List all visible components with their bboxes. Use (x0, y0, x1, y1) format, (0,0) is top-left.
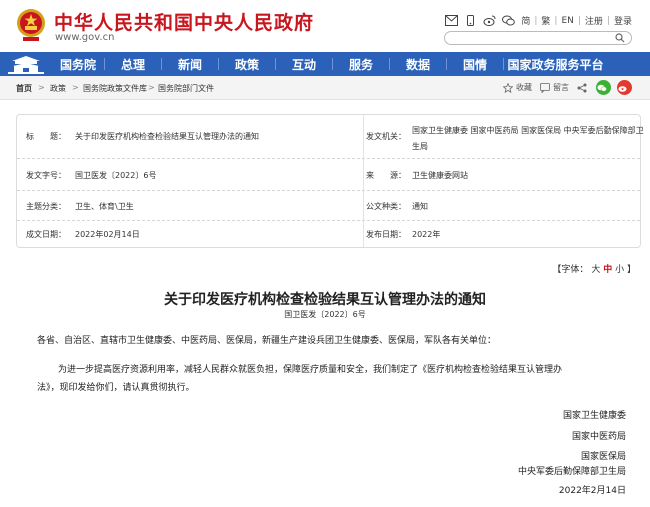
lang-english[interactable]: EN (561, 16, 573, 26)
wechat-share-icon[interactable] (596, 80, 611, 95)
nav-item-interaction[interactable]: 互动 (276, 56, 332, 73)
nav-item-policy[interactable]: 政策 (219, 56, 275, 73)
search-icon[interactable] (615, 33, 625, 43)
meta-published-label: 发布日期： (366, 230, 406, 239)
lang-traditional[interactable]: 繁 (541, 14, 550, 27)
signature-line: 国家中医药局 (571, 432, 626, 442)
meta-written-label: 成文日期： (26, 230, 66, 239)
font-size-open: 【字体： (552, 265, 589, 275)
signature-line: 国家卫生健康委 (562, 411, 626, 421)
search-input[interactable] (444, 31, 632, 45)
meta-published-value: 2022年 (412, 230, 441, 239)
weibo-share-icon[interactable] (617, 80, 632, 95)
signature-line: 国家医保局 (580, 452, 626, 462)
comment-label: 留言 (553, 83, 569, 92)
meta-written-value: 2022年02月14日 (75, 230, 140, 239)
nav-item-service-platform[interactable]: 国家政务服务平台 (504, 56, 607, 73)
share-button[interactable] (577, 83, 590, 93)
meta-row-topic: 主题分类： 卫生、体育\卫生 公文种类： 通知 (17, 191, 640, 221)
breadcrumb: 首页 > 政策 > 国务院政策文件库 > 国务院部门文件 收藏 留言 (0, 76, 650, 100)
meta-docno-value: 国卫医发〔2022〕6号 (75, 171, 157, 180)
breadcrumb-policy-library[interactable]: 国务院政策文件库 (83, 83, 147, 94)
lang-simplified[interactable]: 简 (521, 14, 530, 27)
meta-source-label: 来 源： (366, 171, 406, 180)
article-doc-number: 国卫医发〔2022〕6号 (284, 310, 366, 319)
register-link[interactable]: 注册 (585, 14, 603, 27)
meta-topic-label: 主题分类： (26, 202, 66, 211)
main-nav: 国务院 总理 新闻 政策 互动 服务 数据 国情 国家政务服务平台 (0, 52, 650, 76)
tiananmen-icon[interactable] (0, 52, 52, 76)
meta-issuer-label: 发文机关： (366, 132, 406, 141)
signature-date: 2022年2月14日 (558, 486, 626, 496)
breadcrumb-arrow-icon: > (72, 83, 79, 92)
signature-line: 中央军委后勤保障部卫生局 (517, 467, 626, 477)
meta-row-dates: 成文日期： 2022年02月14日 发布日期： 2022年 (17, 221, 640, 247)
meta-source-value: 卫生健康委网站 (412, 171, 468, 180)
meta-title-label: 标 题： (26, 132, 66, 141)
nav-item-state-council[interactable]: 国务院 (52, 56, 104, 73)
meta-type-value: 通知 (412, 202, 428, 211)
font-size-selector: 【字体： 大 中 小 】 (552, 262, 636, 275)
article-salutation: 各省、自治区、直辖市卫生健康委、中医药局、医保局，新疆生产建设兵团卫生健康委、医… (37, 336, 497, 346)
breadcrumb-policy[interactable]: 政策 (50, 83, 66, 94)
breadcrumb-arrow-icon: > (148, 83, 155, 92)
meta-topic-value: 卫生、体育\卫生 (75, 202, 134, 211)
weibo-icon[interactable] (483, 15, 496, 26)
meta-title-value: 关于印发医疗机构检查检验结果互认管理办法的通知 (75, 132, 259, 141)
font-size-large-button[interactable]: 大 (591, 265, 600, 275)
nav-item-news[interactable]: 新闻 (162, 56, 218, 73)
document-meta-table: 标 题： 关于印发医疗机构检查检验结果互认管理办法的通知 发文机关： 国家卫生健… (16, 114, 644, 248)
site-url: www.gov.cn (55, 32, 115, 43)
nav-item-national-info[interactable]: 国情 (447, 56, 503, 73)
mail-icon[interactable] (445, 15, 459, 26)
nav-item-services[interactable]: 服务 (333, 56, 389, 73)
breadcrumb-home[interactable]: 首页 (16, 83, 32, 94)
star-icon (503, 82, 513, 93)
font-size-close: 】 (626, 265, 636, 275)
nav-item-data[interactable]: 数据 (390, 56, 446, 73)
breadcrumb-department-docs[interactable]: 国务院部门文件 (158, 83, 214, 94)
meta-docno-label: 发文字号： (26, 171, 66, 180)
share-icon (577, 83, 587, 92)
share-toolbar: 收藏 留言 (495, 80, 632, 95)
article-body-line-2: 法》，现印发给你们，请认真贯彻执行。 (37, 383, 195, 393)
font-size-small-button[interactable]: 小 (615, 265, 624, 275)
site-header: 中华人民共和国中央人民政府 www.gov.cn 简 | 繁 | EN | 注册… (0, 0, 650, 52)
top-links: 简 | 繁 | EN | 注册 | 登录 (445, 14, 632, 27)
breadcrumb-arrow-icon: > (38, 83, 45, 92)
national-emblem-icon[interactable] (16, 8, 46, 42)
mobile-icon[interactable] (464, 15, 477, 26)
site-title[interactable]: 中华人民共和国中央人民政府 (54, 8, 314, 35)
comment-button[interactable]: 留言 (540, 82, 569, 93)
favorite-button[interactable]: 收藏 (503, 82, 532, 93)
meta-issuer-value: 国家卫生健康委 国家中医药局 国家医保局 中央军委后勤保障部卫生局 (412, 126, 644, 151)
article-body-line-1: 为进一步提高医疗资源利用率，减轻人民群众就医负担，保障医疗质量和安全，我们制定了… (58, 365, 563, 375)
login-link[interactable]: 登录 (614, 14, 632, 27)
font-size-medium-button[interactable]: 中 (603, 265, 612, 275)
favorite-label: 收藏 (516, 83, 532, 92)
comment-icon (540, 82, 550, 93)
wechat-icon[interactable] (502, 15, 516, 26)
meta-row-title: 标 题： 关于印发医疗机构检查检验结果互认管理办法的通知 发文机关： 国家卫生健… (17, 115, 644, 159)
nav-item-premier[interactable]: 总理 (105, 56, 161, 73)
article-title: 关于印发医疗机构检查检验结果互认管理办法的通知 (164, 292, 486, 308)
meta-type-label: 公文种类： (366, 202, 406, 211)
meta-row-docno: 发文字号： 国卫医发〔2022〕6号 来 源： 卫生健康委网站 (17, 159, 640, 191)
